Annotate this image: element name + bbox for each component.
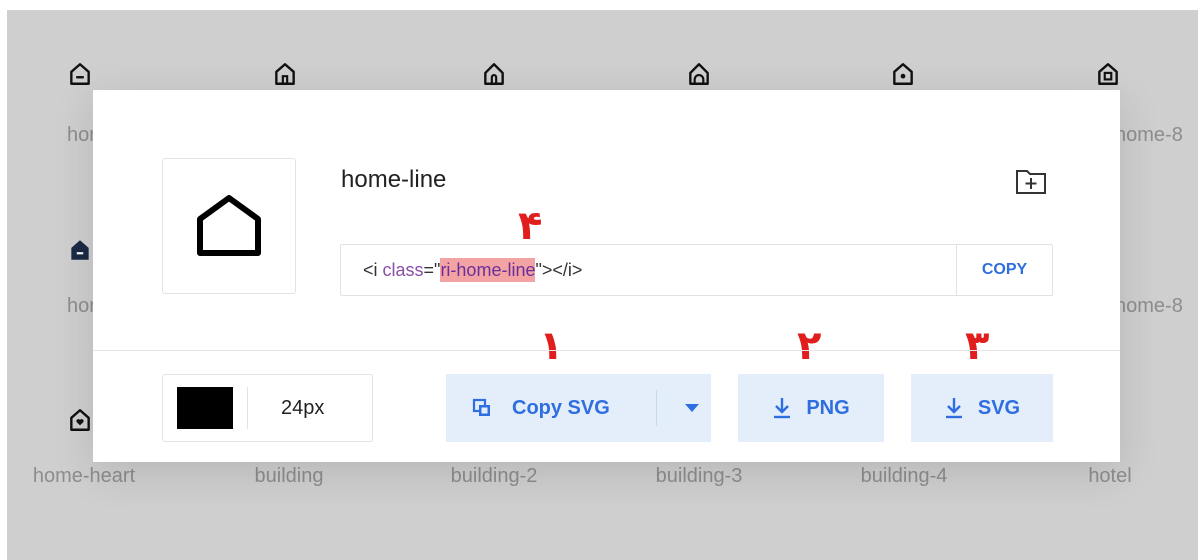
code-class-value: ri-home-line (440, 258, 536, 282)
home-minus-icon[interactable] (67, 61, 93, 87)
home-8-icon[interactable] (1095, 61, 1121, 87)
copy-icon (472, 398, 492, 418)
home-5-icon[interactable] (481, 61, 507, 87)
annotation-3: ٣ (965, 323, 990, 369)
download-icon (772, 397, 792, 419)
color-picker-swatch[interactable] (177, 387, 233, 429)
embed-code-text[interactable]: <i class="ri-home-line"></i> (363, 258, 583, 282)
folder-add-icon (1016, 170, 1046, 194)
grid-label: building-4 (860, 465, 948, 487)
add-to-collection-button[interactable] (1015, 166, 1047, 196)
code-tag-close: "></i> (535, 260, 583, 280)
annotation-1: ١ (539, 323, 564, 369)
modal-divider (93, 350, 1120, 351)
grid-label: home-heart (32, 465, 136, 487)
color-size-control: 24px (162, 374, 373, 442)
home-fill-icon[interactable] (67, 237, 93, 263)
home-line-icon (197, 195, 261, 256)
grid-label: home-8 (1115, 295, 1183, 317)
home-6-icon[interactable] (686, 61, 712, 87)
grid-label: hotel (1088, 465, 1132, 487)
home-7-icon[interactable] (890, 61, 916, 87)
download-svg-button[interactable]: SVG (911, 374, 1053, 442)
code-eq: =" (423, 260, 441, 280)
caret-down-icon (685, 404, 699, 412)
home-heart-icon[interactable] (67, 407, 93, 433)
annotation-2: ٢ (797, 323, 822, 369)
grid-label: building (254, 465, 324, 487)
grid-label: building-2 (450, 465, 538, 487)
download-icon (944, 397, 964, 419)
grid-label: building-3 (655, 465, 743, 487)
code-attr: class (382, 260, 424, 280)
copy-options-dropdown[interactable] (672, 374, 712, 442)
icon-preview (162, 158, 296, 294)
icon-detail-modal: home-line ۴ <i class="ri-home-line"></i>… (93, 90, 1120, 462)
copy-code-button[interactable]: COPY (956, 245, 1052, 295)
copy-svg-label: Copy SVG (512, 396, 610, 419)
code-tag-open: <i (363, 260, 383, 280)
grid-label: home-8 (1115, 124, 1183, 146)
annotation-4: ۴ (518, 203, 543, 249)
divider (656, 390, 657, 426)
embed-code-field[interactable]: <i class="ri-home-line"></i> COPY (340, 244, 1053, 296)
icon-name-title: home-line (341, 166, 447, 193)
png-label: PNG (806, 396, 850, 419)
divider (247, 387, 248, 429)
download-png-button[interactable]: PNG (738, 374, 884, 442)
svg-label: SVG (977, 396, 1021, 419)
home-4-icon[interactable] (272, 61, 298, 87)
icon-size-value[interactable]: 24px (281, 397, 324, 420)
copy-svg-button[interactable]: Copy SVG (446, 374, 711, 442)
